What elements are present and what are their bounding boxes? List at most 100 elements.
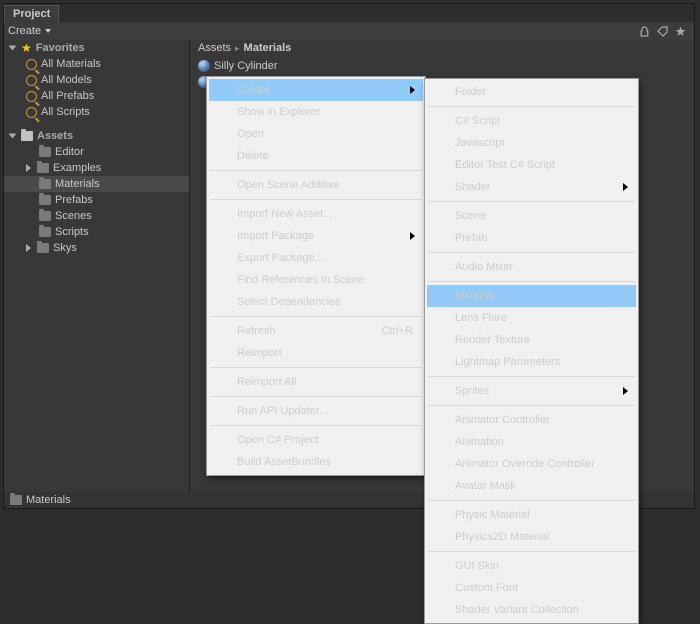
- chevron-right-icon: [26, 244, 31, 252]
- submenu-item-animator-override-controller[interactable]: Animator Override Controller: [427, 453, 636, 475]
- folder-label: Skys: [53, 242, 77, 254]
- menu-item-import-new-asset[interactable]: Import New Asset...: [209, 203, 423, 225]
- menu-item-shortcut: Ctrl+R: [382, 325, 413, 337]
- sidebar-folder-skys[interactable]: Skys: [4, 240, 189, 256]
- submenu-item-lightmap-parameters[interactable]: Lightmap Parameters: [427, 351, 636, 373]
- submenu-item-avatar-mask[interactable]: Avatar Mask: [427, 475, 636, 497]
- menu-item-open-c-project[interactable]: Open C# Project: [209, 429, 423, 451]
- sidebar-folder-examples[interactable]: Examples: [4, 160, 189, 176]
- menu-item-label: Folder: [455, 86, 486, 98]
- submenu-item-animation[interactable]: Animation: [427, 431, 636, 453]
- menu-separator: [428, 281, 635, 282]
- star-icon[interactable]: [674, 25, 686, 37]
- submenu-item-c-script[interactable]: C# Script: [427, 110, 636, 132]
- submenu-item-folder[interactable]: Folder: [427, 81, 636, 103]
- favorites-label: Favorites: [36, 42, 85, 54]
- submenu-item-render-texture[interactable]: Render Texture: [427, 329, 636, 351]
- menu-item-label: GUI Skin: [455, 560, 499, 572]
- menu-item-delete[interactable]: Delete: [209, 145, 423, 167]
- submenu-item-physic-material[interactable]: Physic Material: [427, 504, 636, 526]
- chevron-right-icon: ▸: [235, 43, 240, 54]
- submenu-item-shader-variant-collection[interactable]: Shader Variant Collection: [427, 599, 636, 621]
- menu-item-label: Shader: [455, 181, 490, 193]
- lock-icon[interactable]: [638, 25, 650, 37]
- footer-path: Materials: [26, 494, 71, 506]
- menu-item-label: Material: [455, 290, 494, 302]
- favorite-label: All Scripts: [41, 106, 90, 118]
- submenu-item-animator-controller[interactable]: Animator Controller: [427, 409, 636, 431]
- menu-item-open[interactable]: Open: [209, 123, 423, 145]
- submenu-item-prefab[interactable]: Prefab: [427, 227, 636, 249]
- submenu-item-sprites[interactable]: Sprites: [427, 380, 636, 402]
- folder-label: Materials: [55, 178, 100, 190]
- menu-item-create[interactable]: Create: [209, 79, 423, 101]
- breadcrumb-part[interactable]: Assets: [198, 42, 231, 54]
- menu-item-label: Custom Font: [455, 582, 518, 594]
- sidebar-folder-scripts[interactable]: Scripts: [4, 224, 189, 240]
- favorite-item[interactable]: All Materials: [4, 56, 189, 72]
- project-header: Create: [4, 22, 694, 40]
- menu-item-refresh[interactable]: RefreshCtrl+R: [209, 320, 423, 342]
- submenu-item-shader[interactable]: Shader: [427, 176, 636, 198]
- menu-item-reimport-all[interactable]: Reimport All: [209, 371, 423, 393]
- folder-icon: [39, 147, 51, 157]
- menu-separator: [210, 170, 422, 171]
- material-icon: [198, 60, 210, 72]
- chevron-down-icon: [9, 134, 17, 139]
- submenu-item-editor-test-c-script[interactable]: Editor Test C# Script: [427, 154, 636, 176]
- menu-item-label: Reimport: [237, 347, 282, 359]
- sidebar-folder-prefabs[interactable]: Prefabs: [4, 192, 189, 208]
- submenu-item-audio-mixer[interactable]: Audio Mixer: [427, 256, 636, 278]
- assets-header[interactable]: Assets: [4, 128, 189, 144]
- submenu-item-custom-font[interactable]: Custom Font: [427, 577, 636, 599]
- menu-item-label: Editor Test C# Script: [455, 159, 555, 171]
- context-submenu-create: Folder C# ScriptJavascript Editor Test C# …: [424, 78, 639, 624]
- menu-item-label: Avatar Mask: [455, 480, 516, 492]
- asset-item[interactable]: Silly Cylinder: [198, 58, 686, 74]
- menu-item-label: Run API Updater...: [237, 405, 328, 417]
- menu-item-label: Animator Override Controller: [455, 458, 595, 470]
- chevron-right-icon: [410, 86, 415, 94]
- submenu-item-physics2d-material[interactable]: Physics2D Material: [427, 526, 636, 548]
- submenu-item-material[interactable]: Material: [427, 285, 636, 307]
- sidebar-folder-editor[interactable]: Editor: [4, 144, 189, 160]
- tab-project[interactable]: Project: [4, 5, 59, 22]
- menu-item-select-dependencies[interactable]: Select Dependencies: [209, 291, 423, 313]
- tag-icon[interactable]: [656, 25, 668, 37]
- submenu-item-javascript[interactable]: Javascript: [427, 132, 636, 154]
- submenu-item-scene[interactable]: Scene: [427, 205, 636, 227]
- menu-item-export-package[interactable]: Export Package...: [209, 247, 423, 269]
- sidebar-folder-materials[interactable]: Materials: [4, 176, 189, 192]
- menu-item-label: Create: [237, 84, 270, 96]
- sidebar-folder-scenes[interactable]: Scenes: [4, 208, 189, 224]
- menu-separator: [210, 367, 422, 368]
- menu-item-build-assetbundles[interactable]: Build AssetBundles: [209, 451, 423, 473]
- menu-item-show-in-explorer[interactable]: Show in Explorer: [209, 101, 423, 123]
- menu-item-label: Reimport All: [237, 376, 296, 388]
- menu-item-label: Open C# Project: [237, 434, 318, 446]
- menu-separator: [210, 316, 422, 317]
- search-icon: [26, 75, 37, 86]
- breadcrumb-part[interactable]: Materials: [244, 42, 292, 54]
- menu-separator: [428, 106, 635, 107]
- create-dropdown[interactable]: Create: [8, 25, 51, 37]
- folder-icon: [37, 243, 49, 253]
- star-icon: ★: [21, 41, 32, 55]
- menu-item-label: Open Scene Additive: [237, 179, 340, 191]
- submenu-item-lens-flare[interactable]: Lens Flare: [427, 307, 636, 329]
- asset-label: Silly Cylinder: [214, 60, 278, 72]
- menu-item-import-package[interactable]: Import Package: [209, 225, 423, 247]
- submenu-item-gui-skin[interactable]: GUI Skin: [427, 555, 636, 577]
- favorites-header[interactable]: ★ Favorites: [4, 40, 189, 56]
- menu-separator: [428, 252, 635, 253]
- favorite-item[interactable]: All Models: [4, 72, 189, 88]
- folder-icon: [39, 195, 51, 205]
- folder-icon: [39, 179, 51, 189]
- menu-separator: [428, 500, 635, 501]
- menu-item-reimport[interactable]: Reimport: [209, 342, 423, 364]
- sidebar: ★ Favorites All MaterialsAll ModelsAll P…: [4, 40, 190, 508]
- menu-item-label: Open: [237, 128, 264, 140]
- favorite-item[interactable]: All Prefabs: [4, 88, 189, 104]
- favorite-item[interactable]: All Scripts: [4, 104, 189, 120]
- menu-separator: [428, 405, 635, 406]
